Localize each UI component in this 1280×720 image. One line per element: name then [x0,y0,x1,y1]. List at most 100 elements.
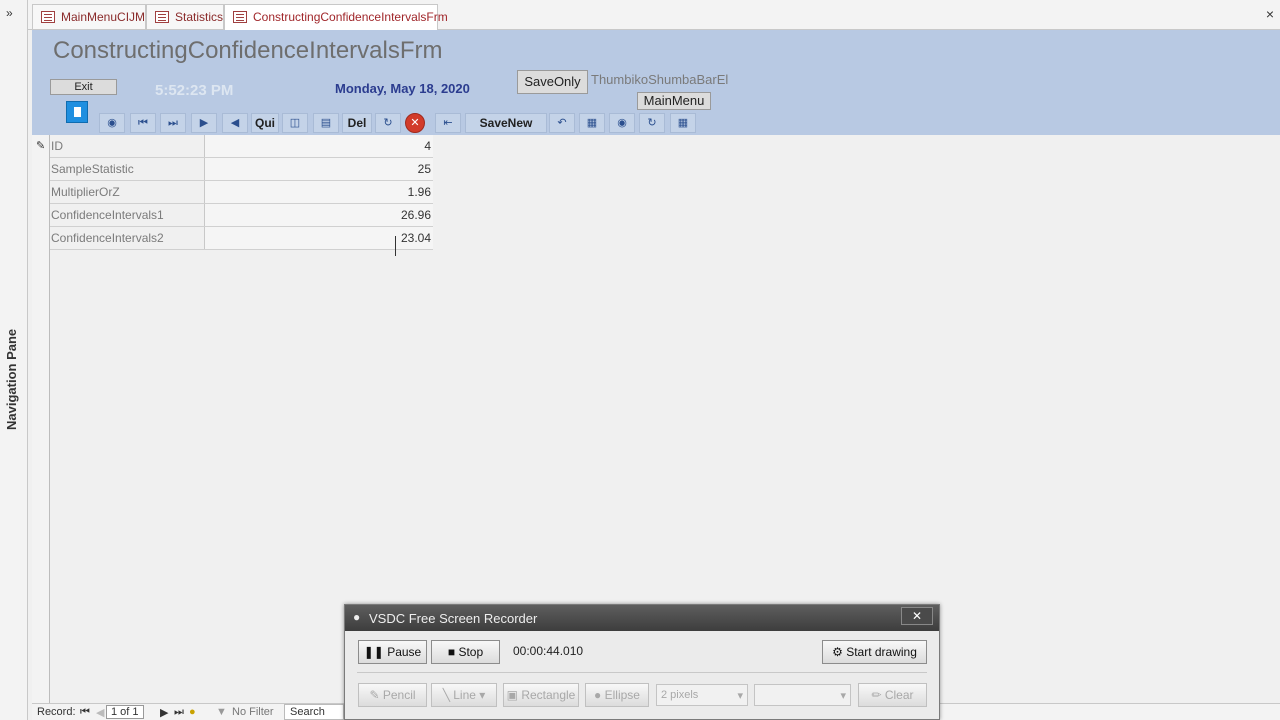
navigation-pane[interactable]: » Navigation Pane [0,0,28,720]
recorder-title-bar[interactable]: ● VSDC Free Screen Recorder ✕ [345,605,939,631]
pause-icon: ❚❚ [363,645,388,659]
rectangle-label: Rectangle [521,688,576,702]
new-record-icon[interactable]: ▤ [313,113,339,133]
pencil-icon: ✎ [36,140,46,152]
field-label-confidenceintervals1: ConfidenceIntervals1 [51,208,164,222]
filter-status[interactable]: No Filter [232,706,274,718]
line-icon: ╲ [442,688,454,702]
field-label-samplestatistic: SampleStatistic [51,162,134,176]
record-position[interactable]: 1 of 1 [106,705,144,719]
field-label-multiplierorz: MultiplierOrZ [51,185,120,199]
save-only-button[interactable]: SaveOnly [517,70,588,94]
last-record-nav-icon[interactable]: ⏭ [174,706,184,719]
stroke-width-value: 2 pixels [661,689,699,701]
close-icon[interactable]: × [1266,6,1274,22]
tab-constructingconfidenceintervalsfrm[interactable]: ConstructingConfidenceIntervalsFrm [224,4,448,30]
first-record-nav-icon[interactable]: ⏮ [80,706,90,719]
form-header: ConstructingConfidenceIntervalsFrm Exit … [32,30,1280,135]
delete-button[interactable]: Del [342,113,372,133]
field-label-confidenceintervals2: ConfidenceIntervals2 [51,231,164,245]
chevron-down-icon: ▾ [475,688,486,702]
field-row: ID 4 [50,135,433,158]
expand-nav-icon[interactable]: » [6,6,13,20]
pause-label: Pause [387,645,422,659]
rectangle-tool-button[interactable]: ▣ Rectangle [503,683,579,707]
last-record-icon[interactable]: ⏭ [160,113,186,133]
next-record-nav-icon[interactable]: ▶ [160,706,168,719]
undo-icon[interactable]: ↶ [549,113,575,133]
line-tool-button[interactable]: ╲ Line ▾ [431,683,497,707]
tab-mainmenucijm[interactable]: MainMenuCIJM [32,4,146,29]
field-value-samplestatistic[interactable]: 25 [204,158,433,180]
exit-button[interactable]: Exit [50,79,117,95]
rectangle-icon: ▣ [506,688,522,702]
pencil-icon: ✎ [369,688,383,702]
stop-button[interactable]: ■ Stop [431,640,500,664]
trash-icon[interactable]: ◫ [282,113,308,133]
tab-statistics[interactable]: Statistics [146,4,224,29]
document-icon[interactable] [66,101,88,123]
start-drawing-label: Start drawing [846,645,917,659]
pencil-label: Pencil [382,688,416,702]
recorder-title: VSDC Free Screen Recorder [369,611,538,626]
stroke-width-select[interactable]: 2 pixels ▾ [656,684,748,706]
clear-button[interactable]: ✏ Clear [858,683,927,707]
ellipse-icon: ● [594,688,605,702]
save-new-button[interactable]: SaveNew [465,113,547,133]
field-value-confidenceintervals1[interactable]: 26.96 [204,204,433,226]
save-close-icon[interactable]: ▦ [670,113,696,133]
chevron-down-icon: ▾ [737,690,743,702]
recorder-logo-icon: ● [353,610,361,624]
text-cursor-icon [395,236,397,256]
first-record-icon[interactable]: ⏮ [130,113,156,133]
search-binoculars-icon[interactable]: ◉ [609,113,635,133]
back-arrow-icon[interactable]: ⇤ [435,113,461,133]
chevron-down-icon: ▾ [840,690,846,702]
refresh-record-icon[interactable]: ↻ [639,113,665,133]
navigation-pane-label[interactable]: Navigation Pane [4,320,19,430]
close-icon[interactable]: ✕ [901,607,933,625]
color-select[interactable]: ▾ [754,684,851,706]
elapsed-time: 00:00:44.010 [513,644,584,658]
main-menu-button[interactable]: MainMenu [637,92,711,110]
search-input[interactable]: Search [284,704,344,720]
field-value-confidenceintervals2[interactable]: 23.04 [204,227,433,249]
field-row: MultiplierOrZ 1.96 [50,181,433,204]
record-selector[interactable]: ✎ [32,135,50,705]
filter-icon: ▼ [216,706,227,718]
page-title: ConstructingConfidenceIntervalsFrm [53,37,443,64]
field-row: ConfidenceIntervals1 26.96 [50,204,433,227]
stop-icon: ■ [447,645,459,659]
refresh-icon[interactable]: ↻ [375,113,401,133]
drawing-palette-icon: ⚙ [832,645,847,659]
form-icon [155,11,169,23]
record-label: Record: [37,706,76,718]
field-value-id[interactable]: 4 [204,135,433,157]
pencil-tool-button[interactable]: ✎ Pencil [358,683,427,707]
date-display: Monday, May 18, 2020 [335,81,470,96]
field-row: SampleStatistic 25 [50,158,433,181]
line-label: Line [453,688,476,702]
ellipse-label: Ellipse [604,688,640,702]
form-icon [41,11,55,23]
ellipse-tool-button[interactable]: ● Ellipse [585,683,649,707]
save-icon[interactable]: ▦ [579,113,605,133]
next-record-icon[interactable]: ▶ [191,113,217,133]
tab-label: Statistics [175,10,224,24]
start-drawing-button[interactable]: ⚙ Start drawing [822,640,927,664]
field-value-multiplierorz[interactable]: 1.96 [204,181,433,203]
quit-button[interactable]: Qui [251,113,279,133]
screen-recorder-window: ● VSDC Free Screen Recorder ✕ ❚❚ Pause ■… [344,604,940,720]
username-label: ThumbikoShumbaBarEl [591,72,729,87]
clock-display: 5:52:23 PM [155,82,234,99]
field-row: ConfidenceIntervals2 23.04 [50,227,433,250]
previous-record-nav-icon[interactable]: ◀ [96,706,104,719]
new-record-nav-icon[interactable]: ● [189,706,196,718]
divider [357,672,927,673]
previous-record-icon[interactable]: ◀ [222,113,248,133]
eraser-icon: ✏ [871,688,885,702]
pause-button[interactable]: ❚❚ Pause [358,640,427,664]
cancel-icon[interactable]: ✕ [405,113,425,133]
stop-label: Stop [458,645,484,659]
find-binoculars-icon[interactable]: ◉ [99,113,125,133]
